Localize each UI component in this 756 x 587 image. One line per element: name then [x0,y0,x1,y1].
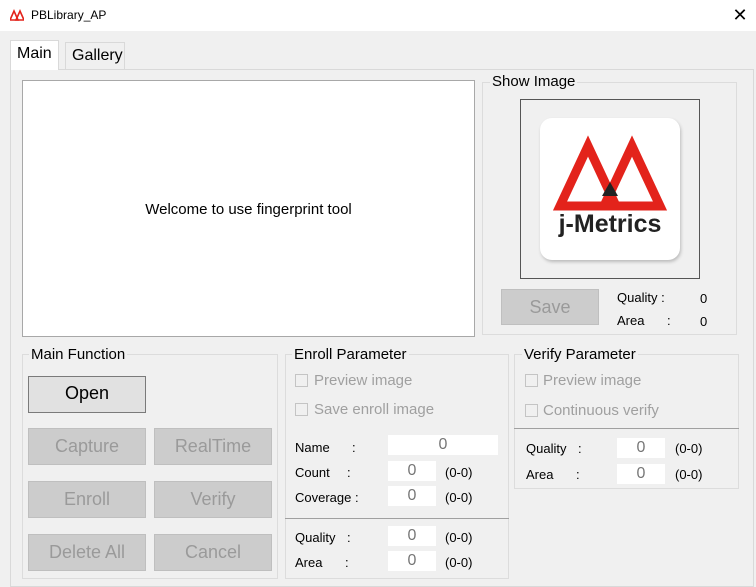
delete-all-button[interactable]: Delete All [28,534,146,571]
verify-preview-image-label: Preview image [543,372,642,389]
message-display: Welcome to use fingerprint tool [22,80,475,337]
save-button[interactable]: Save [501,289,599,325]
coverage-input[interactable]: 0 [388,486,436,506]
fingerprint-image-frame: j-Metrics [520,99,700,279]
count-input[interactable]: 0 [388,461,436,481]
preview-image-checkbox[interactable] [295,374,308,387]
save-enroll-image-checkbox[interactable] [295,403,308,416]
open-button[interactable]: Open [28,376,146,413]
window-title: PBLibrary_AP [31,8,107,22]
name-input[interactable]: 0 [388,435,498,455]
app-logo-icon [10,9,24,21]
coverage-range: (0-0) [445,490,473,505]
verify-parameter-title: Verify Parameter [522,346,638,363]
enroll-quality-colon: : [347,530,351,545]
verify-button[interactable]: Verify [154,481,272,518]
coverage-label: Coverage : [295,490,359,505]
count-range: (0-0) [445,465,473,480]
area-colon: : [667,313,671,328]
cancel-button[interactable]: Cancel [154,534,272,571]
jmetrics-logo-icon [552,135,668,211]
enroll-button[interactable]: Enroll [28,481,146,518]
name-label: Name [295,440,330,455]
logo-text: j-Metrics [558,210,662,238]
save-enroll-image-label: Save enroll image [314,401,435,418]
enroll-area-input[interactable]: 0 [388,551,436,571]
preview-image-label: Preview image [314,372,413,389]
main-function-title: Main Function [29,346,128,363]
enroll-parameter-title: Enroll Parameter [292,346,409,363]
area-label: Area [617,313,645,328]
verify-quality-label: Quality [526,441,567,456]
realtime-button[interactable]: RealTime [154,428,272,465]
count-colon: : [347,465,351,480]
close-button[interactable]: ✕ [728,4,752,28]
enroll-quality-label: Quality [295,530,336,545]
enroll-quality-input[interactable]: 0 [388,526,436,546]
enroll-area-colon: : [345,555,349,570]
verify-area-colon: : [576,467,580,482]
verify-area-input[interactable]: 0 [617,464,665,484]
count-label: Count [295,465,330,480]
area-value: 0 [700,314,708,329]
tab-main[interactable]: Main [10,40,59,70]
enroll-quality-range: (0-0) [445,530,473,545]
tab-gallery[interactable]: Gallery [65,42,125,69]
capture-button[interactable]: Capture [28,428,146,465]
continuous-verify-label: Continuous verify [543,402,659,419]
name-colon: : [352,440,356,455]
verify-quality-colon: : [578,441,582,456]
quality-label: Quality : [617,290,665,305]
logo-image: j-Metrics [540,118,680,260]
welcome-message: Welcome to use fingerprint tool [145,201,352,218]
title-bar [0,0,756,31]
verify-divider [514,428,739,429]
verify-preview-image-checkbox[interactable] [525,374,538,387]
verify-quality-input[interactable]: 0 [617,438,665,458]
verify-area-label: Area [526,467,554,482]
enroll-area-label: Area [295,555,323,570]
continuous-verify-checkbox[interactable] [525,404,538,417]
verify-area-range: (0-0) [675,467,703,482]
show-image-title: Show Image [490,73,578,90]
verify-quality-range: (0-0) [675,441,703,456]
quality-value: 0 [700,291,708,306]
enroll-divider [285,518,509,519]
enroll-area-range: (0-0) [445,555,473,570]
